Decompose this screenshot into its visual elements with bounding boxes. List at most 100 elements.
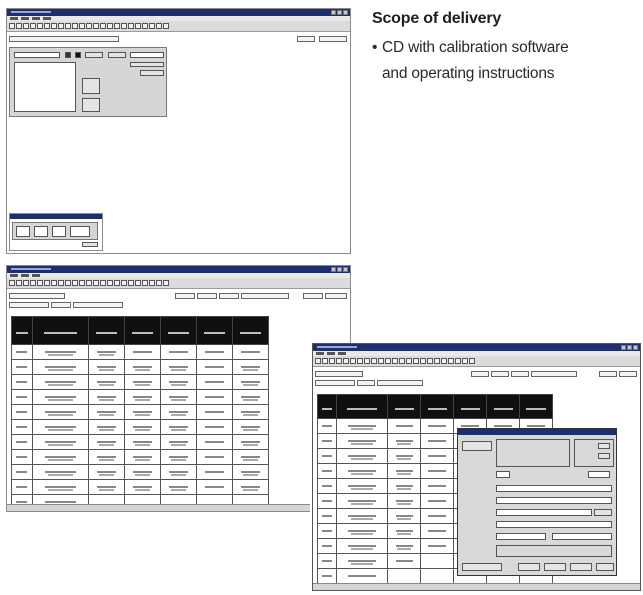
path-field[interactable] [315,371,363,377]
toolbar-button[interactable] [44,280,50,286]
toolbar-button[interactable] [350,358,356,364]
toolbar-button[interactable] [441,358,447,364]
button[interactable] [197,293,217,299]
toolbar-button[interactable] [142,23,148,29]
toolbar-button[interactable] [371,358,377,364]
toolbar-button[interactable] [128,280,134,286]
value-field[interactable] [34,226,48,237]
toolbar-button[interactable] [149,23,155,29]
toolbar-button[interactable] [121,280,127,286]
toolbar-button[interactable] [399,358,405,364]
field[interactable] [588,471,610,478]
button[interactable] [598,443,610,449]
text-field[interactable] [496,521,612,528]
button[interactable] [319,36,347,42]
button[interactable] [65,52,71,58]
toolbar-button[interactable] [86,23,92,29]
toolbar-button[interactable] [142,280,148,286]
toolbar-button[interactable] [121,23,127,29]
toolbar-button[interactable] [30,280,36,286]
table-row[interactable] [11,464,270,480]
button[interactable] [462,563,502,571]
table-row[interactable] [11,449,270,465]
toolbar-button[interactable] [30,23,36,29]
button[interactable] [471,371,489,377]
table-row[interactable] [11,434,270,450]
button[interactable] [130,62,164,67]
toolbar-button[interactable] [72,23,78,29]
toolbar-button[interactable] [156,280,162,286]
button[interactable] [241,293,289,299]
toolbar-button[interactable] [100,280,106,286]
toolbar-button[interactable] [156,23,162,29]
toolbar-button[interactable] [462,358,468,364]
toolbar-button[interactable] [322,358,328,364]
value-field[interactable] [70,226,90,237]
text-field[interactable] [496,509,592,516]
toolbar-button[interactable] [9,23,15,29]
toolbar-button[interactable] [163,280,169,286]
toolbar-button[interactable] [93,280,99,286]
toolbar-button[interactable] [37,280,43,286]
tab[interactable] [73,302,123,308]
button[interactable] [85,52,103,58]
toolbar-button[interactable] [135,280,141,286]
toolbar-button[interactable] [65,23,71,29]
toolbar-button[interactable] [135,23,141,29]
table-row[interactable] [11,389,270,405]
button[interactable] [531,371,577,377]
maximize-icon[interactable] [337,267,342,272]
field[interactable] [130,52,164,58]
toolbar-button[interactable] [23,280,29,286]
instrument-field[interactable] [14,52,60,58]
dropdown[interactable] [496,533,546,540]
toolbar-button[interactable] [329,358,335,364]
text-field[interactable] [496,485,612,492]
minimize-icon[interactable] [331,10,336,15]
toolbar-button[interactable] [364,358,370,364]
button[interactable] [82,242,98,247]
text-field[interactable] [496,497,612,504]
table-row[interactable] [11,479,270,495]
value-field[interactable] [52,226,66,237]
toolbar-button[interactable] [163,23,169,29]
toolbar-button[interactable] [114,23,120,29]
toolbar-button[interactable] [420,358,426,364]
maximize-icon[interactable] [337,10,342,15]
toolbar-button[interactable] [455,358,461,364]
toolbar-button[interactable] [9,280,15,286]
table-row[interactable] [11,404,270,420]
toolbar-button[interactable] [79,280,85,286]
button[interactable] [594,509,612,516]
table-row[interactable] [11,344,270,360]
toolbar-button[interactable] [413,358,419,364]
path-field[interactable] [9,36,119,42]
toolbar-button[interactable] [107,23,113,29]
button[interactable] [491,371,509,377]
toolbar-button[interactable] [51,280,57,286]
button[interactable] [462,441,492,451]
button[interactable] [599,371,617,377]
button[interactable] [619,371,637,377]
toolbar-button[interactable] [128,23,134,29]
value-field[interactable] [16,226,30,237]
toolbar-button[interactable] [51,23,57,29]
toolbar-button[interactable] [79,23,85,29]
tab[interactable] [51,302,71,308]
toolbar-button[interactable] [72,280,78,286]
button[interactable] [75,52,81,58]
minimize-icon[interactable] [331,267,336,272]
button[interactable] [175,293,195,299]
toolbar-button[interactable] [23,23,29,29]
close-icon[interactable] [633,345,638,350]
close-icon[interactable] [343,10,348,15]
toolbar-button[interactable] [37,23,43,29]
toolbar-button[interactable] [469,358,475,364]
toolbar-button[interactable] [427,358,433,364]
toolbar-button[interactable] [434,358,440,364]
toolbar-button[interactable] [378,358,384,364]
table-row[interactable] [11,419,270,435]
toolbar-button[interactable] [16,23,22,29]
tab[interactable] [9,302,49,308]
dropdown[interactable] [552,533,612,540]
